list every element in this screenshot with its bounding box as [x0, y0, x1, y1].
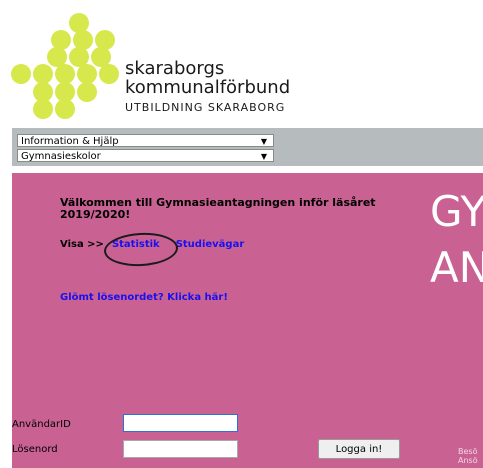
footer-line1: Besö — [458, 447, 478, 456]
logo-name-line2: kommunalförbund — [125, 77, 291, 98]
dropdown-arrow-icon: ▼ — [260, 137, 267, 146]
footer-text: Besö Ansö — [458, 447, 478, 465]
dropdown-arrow-icon: ▼ — [260, 152, 267, 161]
banner-text-line2: AN — [430, 243, 483, 292]
banner-text-line1: GY — [430, 187, 483, 236]
forgot-password-link[interactable]: Glömt lösenordet? Klicka här! — [60, 292, 228, 303]
user-id-label: AnvändarID — [12, 419, 71, 430]
info-help-select-value: Information & Hjälp — [21, 136, 119, 147]
footer-line2: Ansö — [458, 456, 478, 465]
info-help-select[interactable]: Information & Hjälp ▼ — [17, 134, 274, 147]
studievagar-link[interactable]: Studievägar — [176, 239, 245, 250]
logo-text: skaraborgs kommunalförbund UTBILDNING SK… — [125, 59, 290, 114]
login-button[interactable]: Logga in! — [318, 439, 400, 459]
welcome-text: Välkommen till Gymnasieantagningen inför… — [60, 196, 376, 221]
password-label: Lösenord — [12, 444, 58, 455]
user-id-input[interactable] — [123, 414, 238, 432]
gymnasieskolor-select[interactable]: Gymnasieskolor ▼ — [17, 149, 274, 162]
logo-name-line1: skaraborgs — [125, 58, 225, 79]
gymnasieskolor-select-value: Gymnasieskolor — [21, 151, 101, 162]
visa-label: Visa >> — [60, 239, 104, 250]
password-input[interactable] — [123, 440, 238, 458]
main-panel: Välkommen till Gymnasieantagningen inför… — [12, 173, 483, 468]
logo-subtitle: UTBILDNING SKARABORG — [125, 101, 286, 114]
nav-bar: Information & Hjälp ▼ Gymnasieskolor ▼ — [12, 128, 483, 166]
